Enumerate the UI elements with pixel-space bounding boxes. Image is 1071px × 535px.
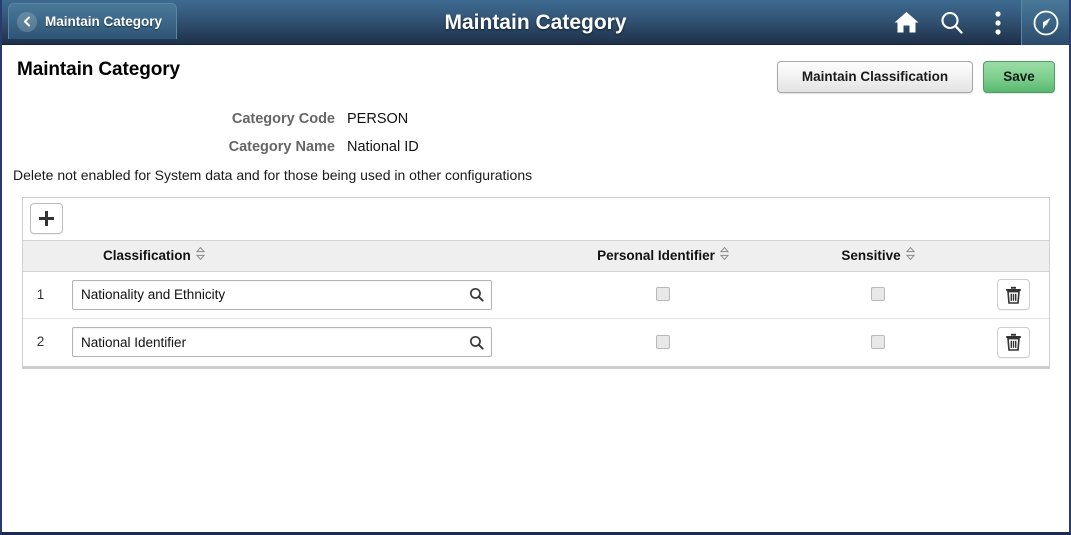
trash-icon — [1005, 333, 1022, 351]
app-viewport: Maintain Category Maintain Category Main… — [0, 0, 1071, 535]
readonly-fields: Category Code PERSON Category Name Natio… — [2, 111, 1069, 155]
grid-header-sensitive: Sensitive — [778, 246, 978, 265]
sort-sensitive-button[interactable]: Sensitive — [841, 246, 915, 263]
row-personal-identifier-cell — [548, 333, 778, 351]
sort-diamond-icon — [905, 246, 915, 263]
delete-row-button[interactable] — [997, 326, 1030, 358]
grid-header-personal-identifier: Personal Identifier — [548, 246, 778, 265]
three-dot-actions-icon[interactable] — [975, 0, 1021, 45]
field-row-category-code: Category Code PERSON — [17, 111, 1069, 127]
sort-personal-identifier-button[interactable]: Personal Identifier — [597, 246, 729, 263]
maintain-classification-button[interactable]: Maintain Classification — [777, 61, 973, 93]
row-sensitive-cell — [778, 286, 978, 304]
page-action-buttons: Maintain Classification Save — [777, 59, 1055, 93]
sensitive-checkbox[interactable] — [871, 334, 885, 349]
classification-lookup-field[interactable] — [72, 327, 492, 357]
delete-note-text: Delete not enabled for System data and f… — [13, 166, 533, 183]
row-number-label: 2 — [36, 334, 45, 349]
row-sensitive-cell — [778, 333, 978, 351]
search-lookup-icon[interactable] — [462, 329, 490, 355]
trash-icon — [1005, 286, 1022, 304]
page-content: Maintain Category Maintain Classificatio… — [2, 45, 1069, 532]
page-title: Maintain Category — [17, 59, 180, 80]
page-title-row: Maintain Category Maintain Classificatio… — [2, 45, 1069, 93]
personal-identifier-checkbox[interactable] — [656, 287, 670, 302]
row-delete-cell — [978, 279, 1049, 310]
home-icon[interactable] — [883, 0, 929, 45]
plus-icon — [38, 210, 55, 227]
row-delete-cell — [978, 326, 1049, 358]
row-number: 1 — [23, 286, 58, 304]
search-lookup-icon[interactable] — [462, 282, 490, 308]
row-classification-cell — [58, 279, 548, 310]
add-row-button[interactable] — [30, 203, 63, 234]
grid-header-row: Classification Personal Identifier Sensi… — [23, 240, 1049, 272]
sensitive-checkbox[interactable] — [871, 287, 885, 302]
classification-lookup-field[interactable] — [72, 279, 492, 310]
classification-input[interactable] — [73, 280, 491, 309]
classification-input[interactable] — [73, 328, 491, 356]
row-personal-identifier-cell — [548, 286, 778, 304]
grid-header-personal-identifier-label: Personal Identifier — [597, 247, 715, 263]
grid-header-sensitive-label: Sensitive — [841, 247, 901, 263]
category-code-label: Category Code — [231, 110, 335, 127]
category-name-value: National ID — [347, 138, 419, 155]
grid-header-classification: Classification — [58, 246, 548, 265]
header-actions — [883, 0, 1069, 45]
sort-classification-button[interactable]: Classification — [72, 246, 205, 263]
grid-header-classification-label: Classification — [103, 247, 191, 263]
category-code-value: PERSON — [347, 110, 409, 127]
search-icon[interactable] — [929, 0, 975, 45]
delete-row-button[interactable] — [997, 279, 1030, 310]
row-number: 2 — [23, 333, 58, 351]
classification-grid: Classification Personal Identifier Sensi… — [22, 196, 1050, 369]
grid-toolbar — [23, 197, 1049, 241]
table-row: 1 — [23, 271, 1049, 319]
save-button[interactable]: Save — [983, 61, 1055, 93]
back-tab-label: Maintain Category — [45, 14, 163, 29]
row-number-label: 1 — [36, 286, 45, 302]
sort-diamond-icon — [195, 246, 205, 263]
back-tab-button[interactable]: Maintain Category — [8, 3, 178, 39]
personal-identifier-checkbox[interactable] — [656, 334, 670, 349]
chevron-left-icon — [17, 11, 37, 32]
row-classification-cell — [58, 327, 548, 357]
table-row: 2 — [23, 318, 1049, 366]
app-header: Maintain Category Maintain Category — [2, 0, 1069, 45]
field-row-category-name: Category Name National ID — [17, 139, 1069, 155]
sort-diamond-icon — [719, 246, 729, 263]
compass-navbar-icon[interactable] — [1021, 0, 1069, 45]
category-name-label: Category Name — [228, 138, 335, 155]
